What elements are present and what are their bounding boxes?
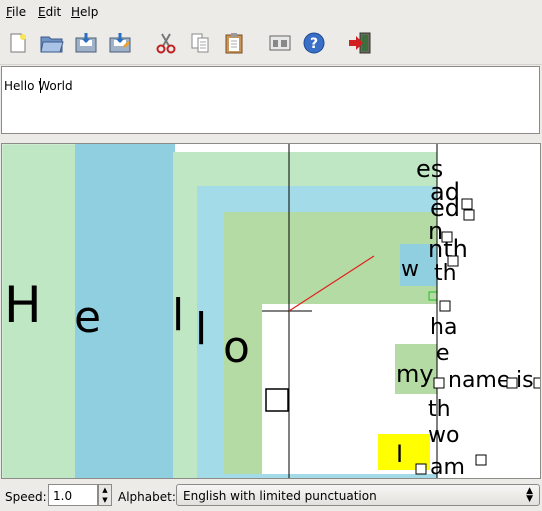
word-w: w: [401, 257, 419, 282]
select-arrows-icon: ▲ ▼: [526, 486, 533, 504]
speed-value: 1.0: [53, 489, 73, 503]
spin-up-icon[interactable]: ▲: [99, 485, 111, 495]
text-caret: [40, 78, 41, 93]
help-button[interactable]: ?: [299, 28, 329, 58]
placeholder-square: [433, 377, 445, 389]
letter-l: l: [172, 290, 184, 341]
word-th2: th: [428, 397, 451, 422]
open-button[interactable]: [37, 28, 67, 58]
spin-down-icon[interactable]: ▼: [99, 495, 111, 505]
menu-edit-rest: dit: [45, 5, 62, 19]
text-editor[interactable]: Hello World: [1, 66, 540, 134]
placeholder-square: [415, 463, 427, 475]
word-I: I: [396, 440, 403, 468]
menu-edit-accel: E: [38, 5, 46, 19]
menu-help-accel: H: [71, 5, 81, 19]
letter-e: e: [74, 292, 101, 343]
cut-icon: [156, 33, 176, 54]
preferences-button[interactable]: [265, 28, 295, 58]
quit-icon: [349, 32, 371, 54]
menu-edit[interactable]: Edit: [38, 5, 61, 19]
word-wo: wo: [428, 423, 459, 448]
word-is: is: [516, 368, 534, 393]
paste-icon: [225, 33, 243, 54]
speed-spinner[interactable]: ▲ ▼: [98, 484, 112, 506]
paste-button[interactable]: [219, 28, 249, 58]
new-file-icon: [10, 33, 26, 53]
save-as-icon: [109, 33, 131, 53]
placeholder-square: [463, 209, 475, 221]
placeholder-square: [439, 300, 451, 312]
toolbar: ?: [0, 24, 542, 65]
menu-file-rest: ile: [12, 5, 27, 19]
speed-label: Speed:: [5, 490, 47, 504]
word-e: e: [436, 341, 450, 366]
preferences-icon: [269, 35, 291, 51]
letter-o: o: [223, 322, 250, 373]
svg-text:?: ?: [310, 36, 318, 52]
menu-help-rest: elp: [80, 5, 99, 19]
editor-text: Hello World: [4, 79, 73, 93]
word-my: my: [396, 360, 434, 388]
placeholder-square: [441, 231, 453, 243]
alphabet-value: English with limited punctuation: [183, 489, 377, 503]
cut-button[interactable]: [151, 28, 181, 58]
letter-l2: l: [195, 304, 207, 355]
letter-H: H: [4, 276, 42, 334]
word-am: am: [430, 455, 465, 479]
word-name: name: [448, 368, 510, 393]
quit-button[interactable]: [345, 28, 375, 58]
copy-button[interactable]: [185, 28, 215, 58]
word-ha: ha: [430, 315, 457, 340]
placeholder-square: [447, 255, 459, 267]
menu-bar: File Edit Help: [0, 0, 542, 24]
save-as-button[interactable]: [105, 28, 135, 58]
placeholder-square: [461, 198, 473, 210]
open-folder-icon: [40, 36, 64, 53]
new-file-button[interactable]: [3, 28, 33, 58]
placeholder-square: [533, 377, 540, 389]
copy-icon: [191, 33, 209, 53]
save-icon: [75, 33, 97, 53]
menu-file[interactable]: File: [6, 5, 26, 19]
dasher-canvas[interactable]: H e l l o es ad ed n nth w th ha e my na…: [1, 143, 541, 479]
placeholder-square: [506, 377, 518, 389]
menu-help[interactable]: Help: [71, 5, 98, 19]
alphabet-label: Alphabet:: [118, 490, 176, 504]
alphabet-select[interactable]: English with limited punctuation ▲ ▼: [176, 484, 540, 506]
speed-input[interactable]: 1.0: [48, 484, 98, 506]
canvas-drawing: H e l l o es ad ed n nth w th ha e my na…: [2, 144, 540, 479]
save-button[interactable]: [71, 28, 101, 58]
placeholder-square: [475, 454, 487, 466]
help-icon: ?: [303, 32, 325, 54]
